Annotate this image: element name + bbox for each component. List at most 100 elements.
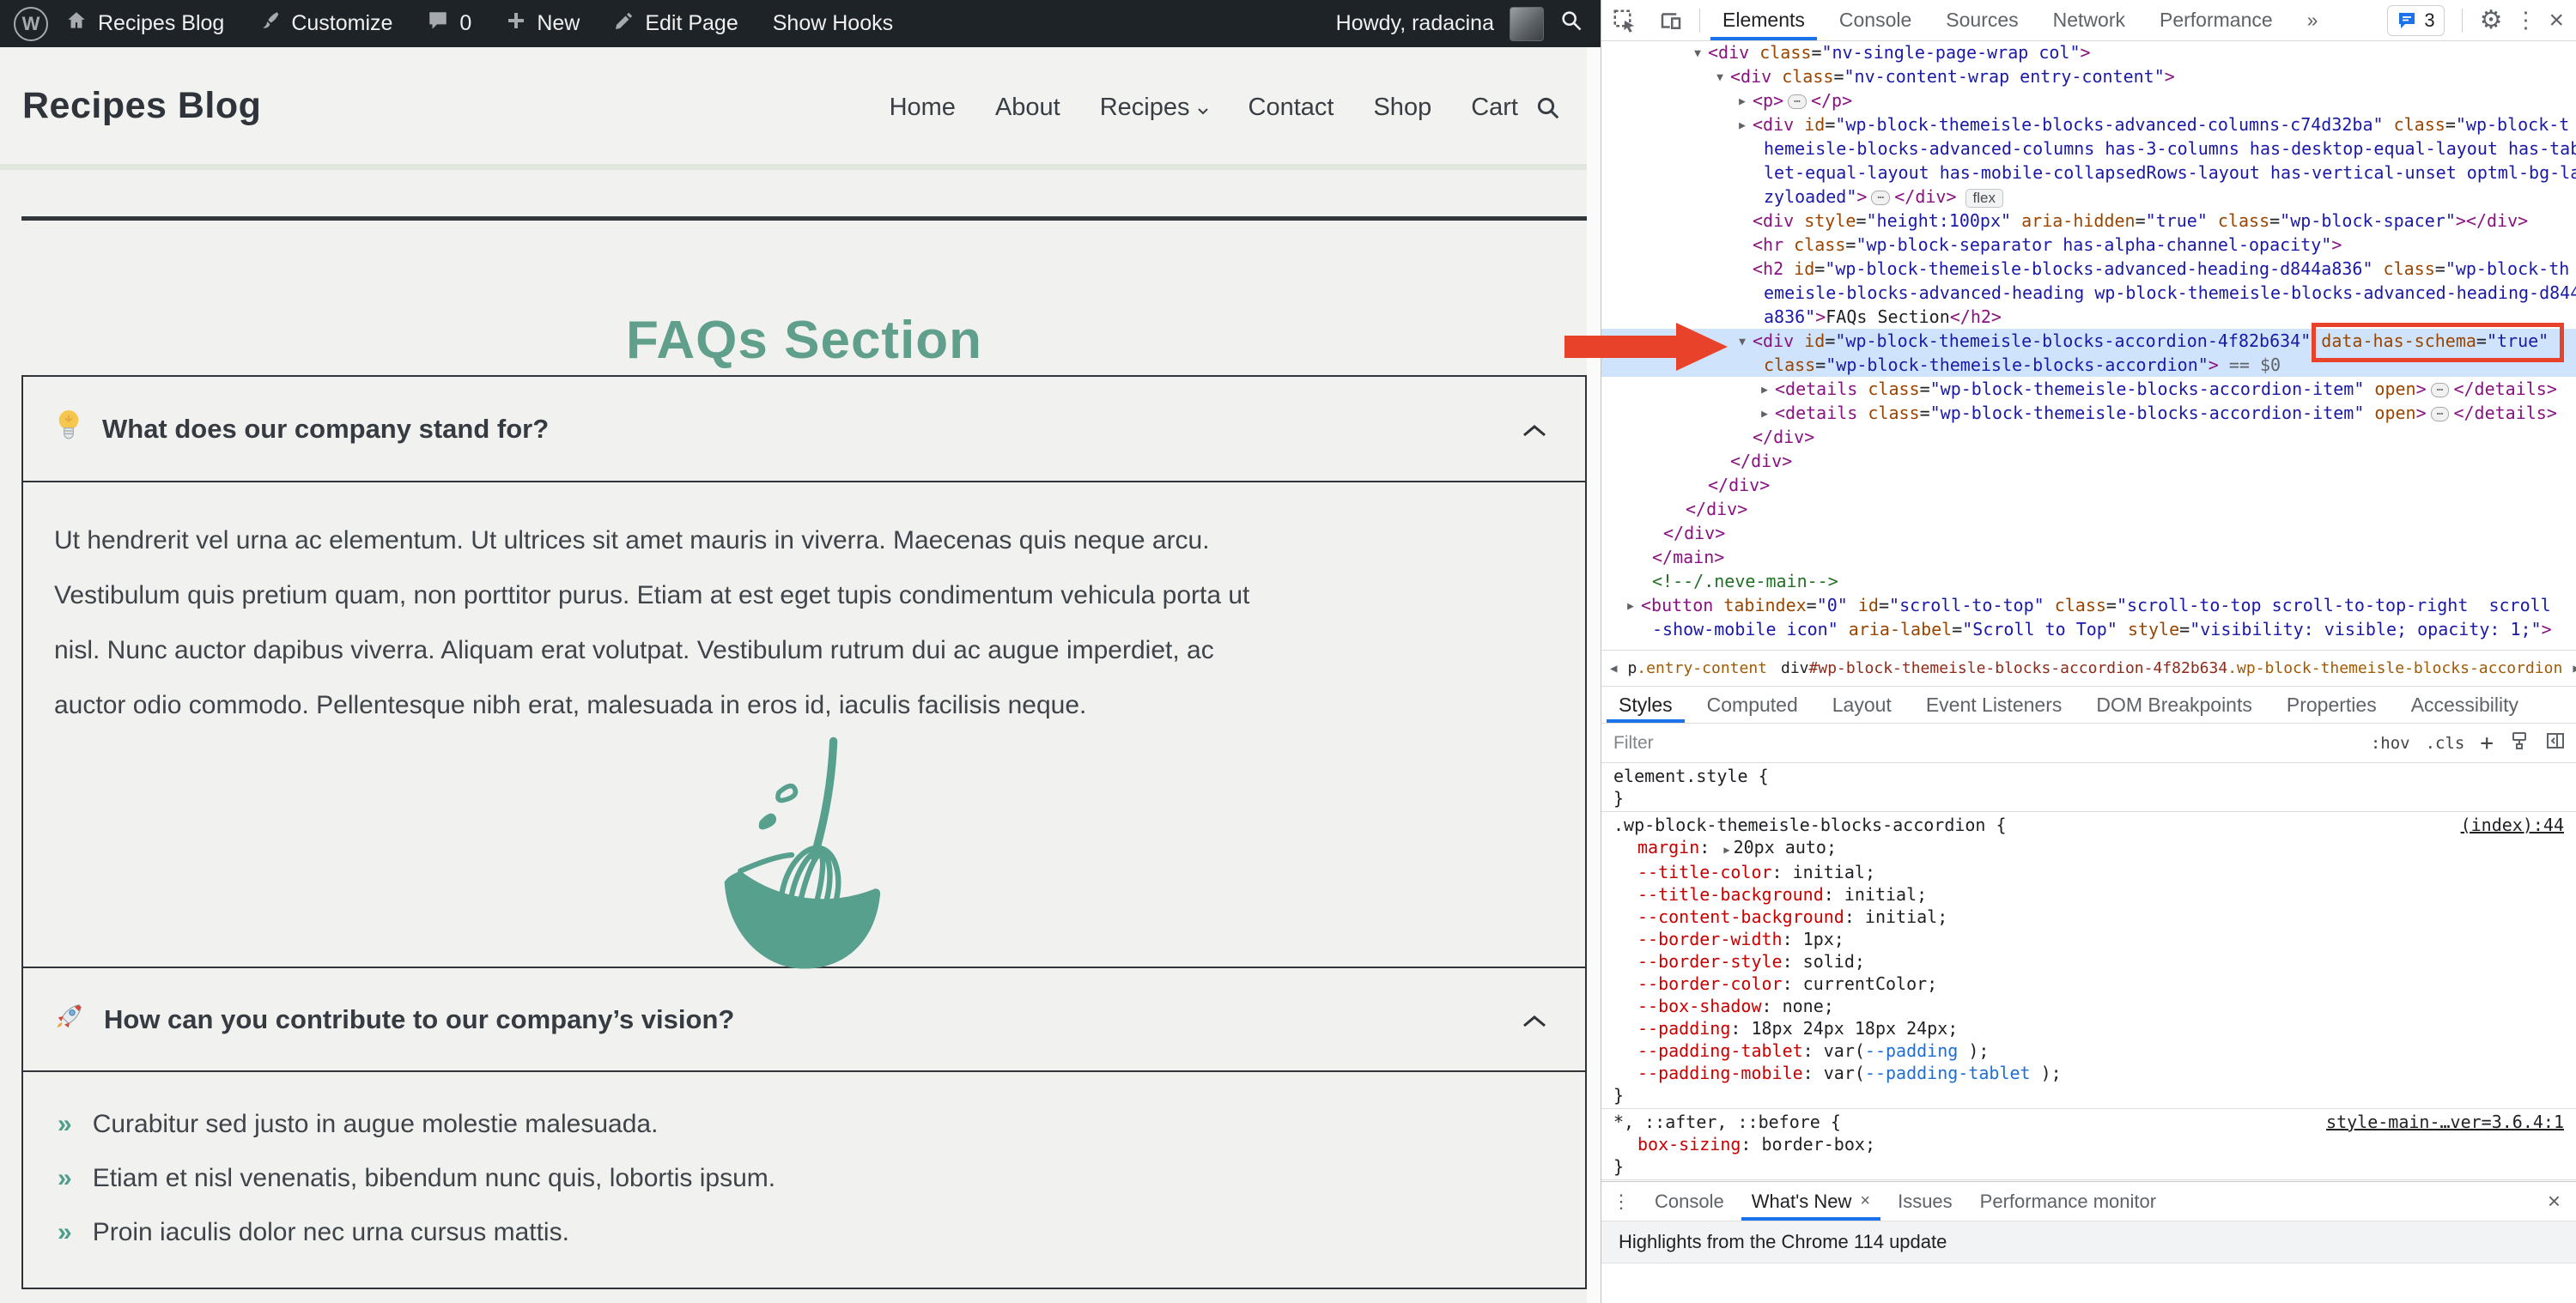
expand-arrow-open-icon[interactable]: ▼ (1687, 42, 1708, 66)
devtools-tab-network[interactable]: Network (2036, 0, 2142, 40)
device-toolbar-icon[interactable] (1648, 8, 1694, 33)
class-toggle[interactable]: .cls (2426, 734, 2465, 753)
sidebar-tab-accessibility[interactable]: Accessibility (2394, 687, 2536, 723)
new-style-rule-icon[interactable]: + (2480, 730, 2494, 756)
sidebar-tab-styles[interactable]: Styles (1601, 687, 1690, 723)
sidebar-tab-event-listeners[interactable]: Event Listeners (1909, 687, 2080, 723)
dom-tree-row[interactable]: </div> (1601, 449, 2576, 473)
page-scrollbar[interactable] (1587, 47, 1601, 1303)
dom-tree-row[interactable]: </div> (1601, 521, 2576, 545)
sidebar-tab-dom-breakpoints[interactable]: DOM Breakpoints (2079, 687, 2269, 723)
faq-item-2-summary[interactable]: How can you contribute to our company’s … (23, 968, 1585, 1072)
nav-item-recipes[interactable]: Recipes (1100, 94, 1209, 122)
more-tabs-button[interactable]: » (2290, 0, 2336, 40)
styles-filter-input[interactable] (1612, 732, 2355, 755)
admin-bar-item[interactable]: New (489, 0, 597, 47)
howdy-link[interactable]: Howdy, radacina (1336, 11, 1494, 36)
css-selector[interactable]: .wp-block-themeisle-blocks-accordion { (1613, 814, 2007, 836)
dom-tree-row[interactable]: <div style="height:100px" aria-hidden="t… (1601, 209, 2576, 233)
nav-item-cart[interactable]: Cart (1471, 94, 1518, 122)
admin-bar-item[interactable]: Show Hooks (756, 0, 910, 47)
admin-bar-item[interactable]: Recipes Blog (48, 0, 241, 47)
dom-tree-row[interactable]: <!--/.neve-main--> (1601, 569, 2576, 593)
stylesheet-link[interactable]: style-main-…ver=3.6.4:1 (2326, 1111, 2564, 1133)
dom-tree-row[interactable]: <h2 id="wp-block-themeisle-blocks-advanc… (1601, 257, 2576, 281)
css-selector[interactable]: *, ::after, ::before { (1613, 1111, 1841, 1133)
expand-arrow-closed-icon[interactable]: ▶ (1732, 90, 1753, 114)
expand-arrow-closed-icon[interactable]: ▶ (1754, 403, 1775, 427)
css-property[interactable]: --title-color: initial; (1613, 861, 2564, 883)
css-property[interactable]: --content-background: initial; (1613, 906, 2564, 928)
collapsed-content-icon[interactable]: ⋯ (2431, 407, 2450, 421)
dom-tree-row[interactable]: hemeisle-blocks-advanced-columns has-3-c… (1601, 136, 2576, 161)
css-property[interactable]: --title-background: initial; (1613, 883, 2564, 906)
dom-tree-row[interactable]: <hr class="wp-block-separator has-alpha-… (1601, 233, 2576, 257)
nav-item-about[interactable]: About (995, 94, 1060, 122)
expand-arrow-closed-icon[interactable]: ▶ (1732, 114, 1753, 138)
nav-item-home[interactable]: Home (890, 94, 956, 122)
admin-search-icon[interactable] (1559, 9, 1583, 39)
css-property[interactable]: box-sizing: border-box; (1613, 1133, 2564, 1155)
kebab-icon[interactable]: ⋮ (1601, 1191, 1641, 1213)
dom-tree-row[interactable]: -show-mobile icon" aria-label="Scroll to… (1601, 617, 2576, 641)
dom-tree-row[interactable]: ⋯▼<div id="wp-block-themeisle-blocks-acc… (1601, 329, 2576, 353)
dom-tree-row[interactable]: ▶<button tabindex="0" id="scroll-to-top"… (1601, 593, 2576, 617)
css-property[interactable]: --padding-tablet: var(--padding ); (1613, 1039, 2564, 1062)
drawer-tab-issues[interactable]: Issues (1884, 1182, 1966, 1221)
nav-item-shop[interactable]: Shop (1373, 94, 1431, 122)
css-property[interactable]: --border-width: 1px; (1613, 928, 2564, 950)
css-variable-link[interactable]: --padding-tablet (1865, 1063, 2031, 1083)
sidebar-tab-properties[interactable]: Properties (2269, 687, 2394, 723)
pseudo-state-toggle[interactable]: :hov (2371, 734, 2410, 753)
dom-tree-row[interactable]: ▶<details class="wp-block-themeisle-bloc… (1601, 401, 2576, 425)
breadcrumb-right-icon[interactable]: ▶ (2569, 662, 2576, 676)
breadcrumb-item[interactable]: p.entry-content (1620, 658, 1774, 679)
inspect-element-icon[interactable] (1601, 8, 1648, 33)
drawer-tab-what-s-new[interactable]: What's New× (1738, 1182, 1884, 1221)
computed-panel-toggle-icon[interactable] (2545, 730, 2566, 755)
css-property[interactable]: --box-shadow: none; (1613, 995, 2564, 1017)
collapsed-content-icon[interactable]: ⋯ (2431, 383, 2450, 397)
sidebar-tab-layout[interactable]: Layout (1815, 687, 1909, 723)
devtools-tab-elements[interactable]: Elements (1705, 0, 1822, 40)
sidebar-tab-computed[interactable]: Computed (1690, 687, 1815, 723)
dom-tree-row[interactable]: emeisle-blocks-advanced-heading wp-block… (1601, 281, 2576, 305)
dom-tree-row[interactable]: ▶<div id="wp-block-themeisle-blocks-adva… (1601, 112, 2576, 136)
expand-arrow-closed-icon[interactable]: ▶ (1620, 595, 1641, 619)
collapsed-content-icon[interactable]: ⋯ (1871, 191, 1890, 205)
nav-search-icon[interactable] (1535, 95, 1561, 125)
devtools-tab-performance[interactable]: Performance (2142, 0, 2290, 40)
flex-badge[interactable]: flex (1965, 189, 2003, 208)
dom-tree-row[interactable]: let-equal-layout has-mobile-collapsedRow… (1601, 161, 2576, 185)
dom-tree-row[interactable]: ▶<details class="wp-block-themeisle-bloc… (1601, 377, 2576, 401)
collapsed-content-icon[interactable]: ⋯ (1788, 94, 1807, 109)
breadcrumb-item[interactable]: div#wp-block-themeisle-blocks-accordion-… (1774, 658, 2569, 679)
devtools-tab-console[interactable]: Console (1822, 0, 1929, 40)
close-icon[interactable]: × (1860, 1191, 1870, 1211)
css-property[interactable]: --padding: 18px 24px 18px 24px; (1613, 1017, 2564, 1039)
breadcrumb-left-icon[interactable]: ◀ (1607, 662, 1620, 676)
expand-arrow-open-icon[interactable]: ▼ (1710, 66, 1730, 90)
dom-tree-row[interactable]: ▼<div class="nv-single-page-wrap col"> (1601, 40, 2576, 64)
css-variable-link[interactable]: --padding (1865, 1040, 1958, 1061)
dom-tree-row[interactable]: class="wp-block-themeisle-blocks-accordi… (1601, 353, 2576, 377)
dom-tree-row[interactable]: ▶<p>⋯</p> (1601, 88, 2576, 112)
devtools-tab-sources[interactable]: Sources (1929, 0, 2035, 40)
close-icon[interactable]: × (2549, 6, 2564, 35)
dom-tree-row[interactable]: ▼<div class="nv-content-wrap entry-conte… (1601, 64, 2576, 88)
stylesheet-link[interactable]: (index):44 (2461, 814, 2564, 836)
css-property[interactable]: --padding-mobile: var(--padding-tablet )… (1613, 1062, 2564, 1084)
css-selector[interactable]: element.style { (1613, 765, 1769, 787)
admin-bar-item[interactable]: Customize (241, 0, 410, 47)
drawer-tab-performance-monitor[interactable]: Performance monitor (1966, 1182, 2170, 1221)
dom-tree-row[interactable]: </div> (1601, 425, 2576, 449)
expand-arrow-closed-icon[interactable]: ▶ (1754, 379, 1775, 403)
issues-counter[interactable]: 3 (2387, 5, 2444, 36)
css-property[interactable]: margin: ▶20px auto; (1613, 836, 2564, 861)
css-property[interactable]: --border-color: currentColor; (1613, 973, 2564, 995)
faq-item-1-summary[interactable]: What does our company stand for? (23, 377, 1585, 482)
drawer-tab-console[interactable]: Console (1641, 1182, 1738, 1221)
close-icon[interactable]: × (2548, 1188, 2576, 1215)
whats-new-highlights[interactable]: Highlights from the Chrome 114 update (1601, 1221, 2576, 1264)
admin-bar-item[interactable]: 0 (410, 0, 489, 47)
